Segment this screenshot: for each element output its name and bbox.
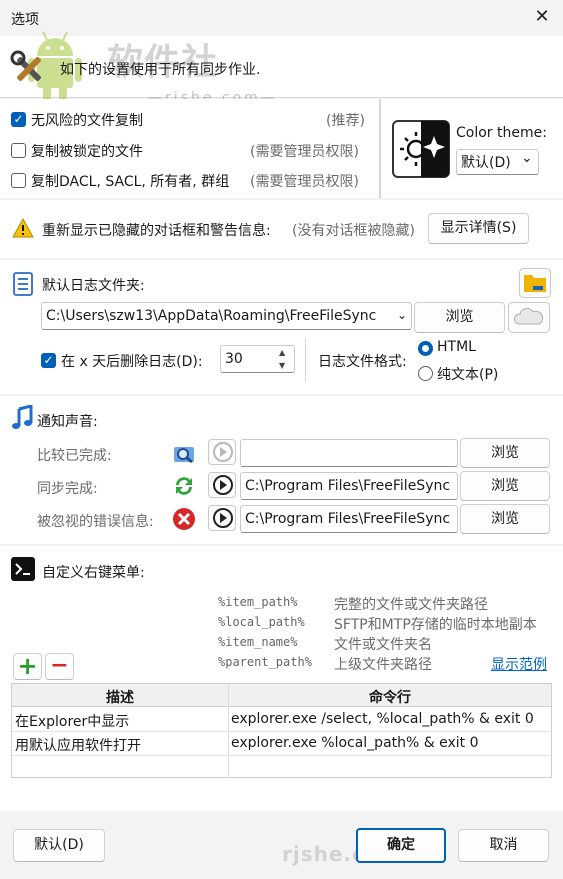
macro-local-path: %local_path% bbox=[218, 615, 305, 629]
copy-permissions-label: 复制DACL, SACL, 所有者, 群组 bbox=[31, 174, 230, 190]
magnifier-icon bbox=[174, 447, 194, 464]
warning-icon bbox=[12, 218, 34, 238]
show-examples-link[interactable]: 显示范例 bbox=[491, 654, 547, 674]
compare-sound-browse-button[interactable]: 浏览 bbox=[460, 438, 550, 468]
color-theme-value: 默认(D) bbox=[461, 155, 511, 171]
checkbox-failsafe-copy[interactable]: ✓ bbox=[11, 112, 26, 127]
cancel-button[interactable]: 取消 bbox=[458, 829, 549, 862]
warnings-label: 重新显示已隐藏的对话框和警告信息: bbox=[42, 223, 271, 239]
log-folder-path: C:\Users\szw13\AppData\Roaming\FreeFileS… bbox=[46, 308, 377, 324]
folder-icon[interactable] bbox=[519, 268, 551, 298]
compare-sound-path-input[interactable] bbox=[240, 439, 458, 467]
terminal-icon bbox=[11, 557, 35, 581]
chevron-down-icon[interactable]: ⌄ bbox=[394, 304, 410, 326]
window-title: 选项 bbox=[11, 12, 39, 28]
play-compare-sound-button[interactable] bbox=[208, 439, 236, 465]
error-icon bbox=[173, 508, 195, 530]
format-text-label: 纯文本(P) bbox=[437, 367, 499, 383]
add-command-button[interactable]: + bbox=[13, 653, 42, 680]
delete-logs-label: 在 x 天后删除日志(D): bbox=[61, 354, 203, 370]
failsafe-copy-hint: (推荐) bbox=[326, 113, 365, 129]
spin-down-icon[interactable]: ▼ bbox=[279, 359, 285, 372]
color-theme-select[interactable]: 默认(D) ⌄ bbox=[456, 149, 539, 175]
remove-command-button[interactable]: − bbox=[45, 653, 74, 680]
sync-icon bbox=[176, 477, 192, 495]
format-html-label: HTML bbox=[437, 339, 476, 355]
chevron-down-icon: ⌄ bbox=[521, 150, 533, 166]
title-bar bbox=[0, 0, 563, 36]
divider bbox=[305, 338, 306, 382]
column-header-cmd[interactable]: 命令行 bbox=[229, 687, 551, 707]
compare-done-label: 比较已完成: bbox=[37, 448, 112, 464]
warnings-hint: (没有对话框被隐藏) bbox=[292, 223, 415, 239]
error-sound-path: C:\Program Files\FreeFileSync bbox=[245, 511, 451, 527]
macro-parent-path: %parent_path% bbox=[218, 655, 312, 669]
radio-format-text[interactable] bbox=[418, 366, 433, 381]
cloud-icon[interactable] bbox=[508, 302, 550, 333]
radio-format-html[interactable] bbox=[418, 341, 433, 356]
sync-sound-browse-button[interactable]: 浏览 bbox=[460, 471, 550, 501]
log-days-spinner[interactable]: 30 ▲ ▼ bbox=[220, 345, 295, 373]
spin-up-icon[interactable]: ▲ bbox=[279, 346, 285, 359]
error-sound-browse-button[interactable]: 浏览 bbox=[460, 504, 550, 534]
play-error-sound-button[interactable] bbox=[208, 505, 236, 531]
macro-local-path-desc: SFTP和MTP存储的临时本地副本 bbox=[334, 617, 537, 633]
settings-tools-icon bbox=[10, 50, 41, 81]
close-button[interactable]: ✕ bbox=[532, 7, 552, 27]
macro-item-name-desc: 文件或文件夹名 bbox=[334, 637, 432, 653]
header-description: 如下的设置使用于所有同步作业. bbox=[60, 62, 261, 78]
log-folder-input[interactable]: C:\Users\szw13\AppData\Roaming\FreeFileS… bbox=[41, 302, 412, 330]
log-browse-button[interactable]: 浏览 bbox=[414, 302, 505, 333]
copy-locked-label: 复制被锁定的文件 bbox=[31, 144, 143, 160]
checkbox-copy-permissions[interactable] bbox=[11, 173, 26, 188]
music-note-icon bbox=[12, 405, 33, 429]
log-days-value: 30 bbox=[225, 351, 243, 367]
sounds-label: 通知声音: bbox=[37, 414, 98, 430]
error-sound-label: 被忽视的错误信息: bbox=[37, 514, 154, 530]
log-folder-label: 默认日志文件夹: bbox=[42, 278, 145, 294]
checkbox-copy-locked[interactable] bbox=[11, 143, 26, 158]
macro-item-path: %item_path% bbox=[218, 595, 298, 609]
row-desc[interactable]: 在Explorer中显示 bbox=[15, 711, 129, 731]
column-header-desc[interactable]: 描述 bbox=[12, 687, 228, 707]
macro-item-path-desc: 完整的文件或文件夹路径 bbox=[334, 597, 488, 613]
sync-sound-path-input[interactable]: C:\Program Files\FreeFileSync bbox=[240, 472, 458, 500]
sync-done-label: 同步完成: bbox=[37, 481, 98, 497]
copy-permissions-hint: (需要管理员权限) bbox=[250, 174, 359, 190]
row-cmd[interactable]: explorer.exe /select, %local_path% & exi… bbox=[231, 711, 534, 727]
copy-locked-hint: (需要管理员权限) bbox=[250, 144, 359, 160]
error-sound-path-input[interactable]: C:\Program Files\FreeFileSync bbox=[240, 505, 458, 533]
play-sync-sound-button[interactable] bbox=[208, 472, 236, 498]
divider bbox=[379, 99, 381, 198]
macro-item-name: %item_name% bbox=[218, 635, 298, 649]
log-format-label: 日志文件格式: bbox=[318, 354, 407, 370]
show-details-button[interactable]: 显示详情(S) bbox=[428, 213, 529, 244]
command-table: 描述 命令行 在Explorer中显示 explorer.exe /select… bbox=[11, 683, 552, 778]
sync-sound-path: C:\Program Files\FreeFileSync bbox=[245, 478, 451, 494]
macro-parent-path-desc: 上级文件夹路径 bbox=[334, 657, 432, 673]
context-menu-label: 自定义右键菜单: bbox=[42, 565, 145, 581]
ok-button[interactable]: 确定 bbox=[356, 828, 446, 863]
row-cmd[interactable]: explorer.exe %local_path% & exit 0 bbox=[231, 735, 479, 751]
failsafe-copy-label: 无风险的文件复制 bbox=[31, 113, 143, 129]
checkbox-delete-logs[interactable]: ✓ bbox=[41, 353, 56, 368]
default-button[interactable]: 默认(D) bbox=[13, 829, 105, 862]
color-theme-label: Color theme: bbox=[456, 125, 547, 141]
color-theme-icon bbox=[392, 120, 450, 178]
row-desc[interactable]: 用默认应用软件打开 bbox=[15, 735, 141, 755]
log-file-icon bbox=[13, 272, 33, 296]
